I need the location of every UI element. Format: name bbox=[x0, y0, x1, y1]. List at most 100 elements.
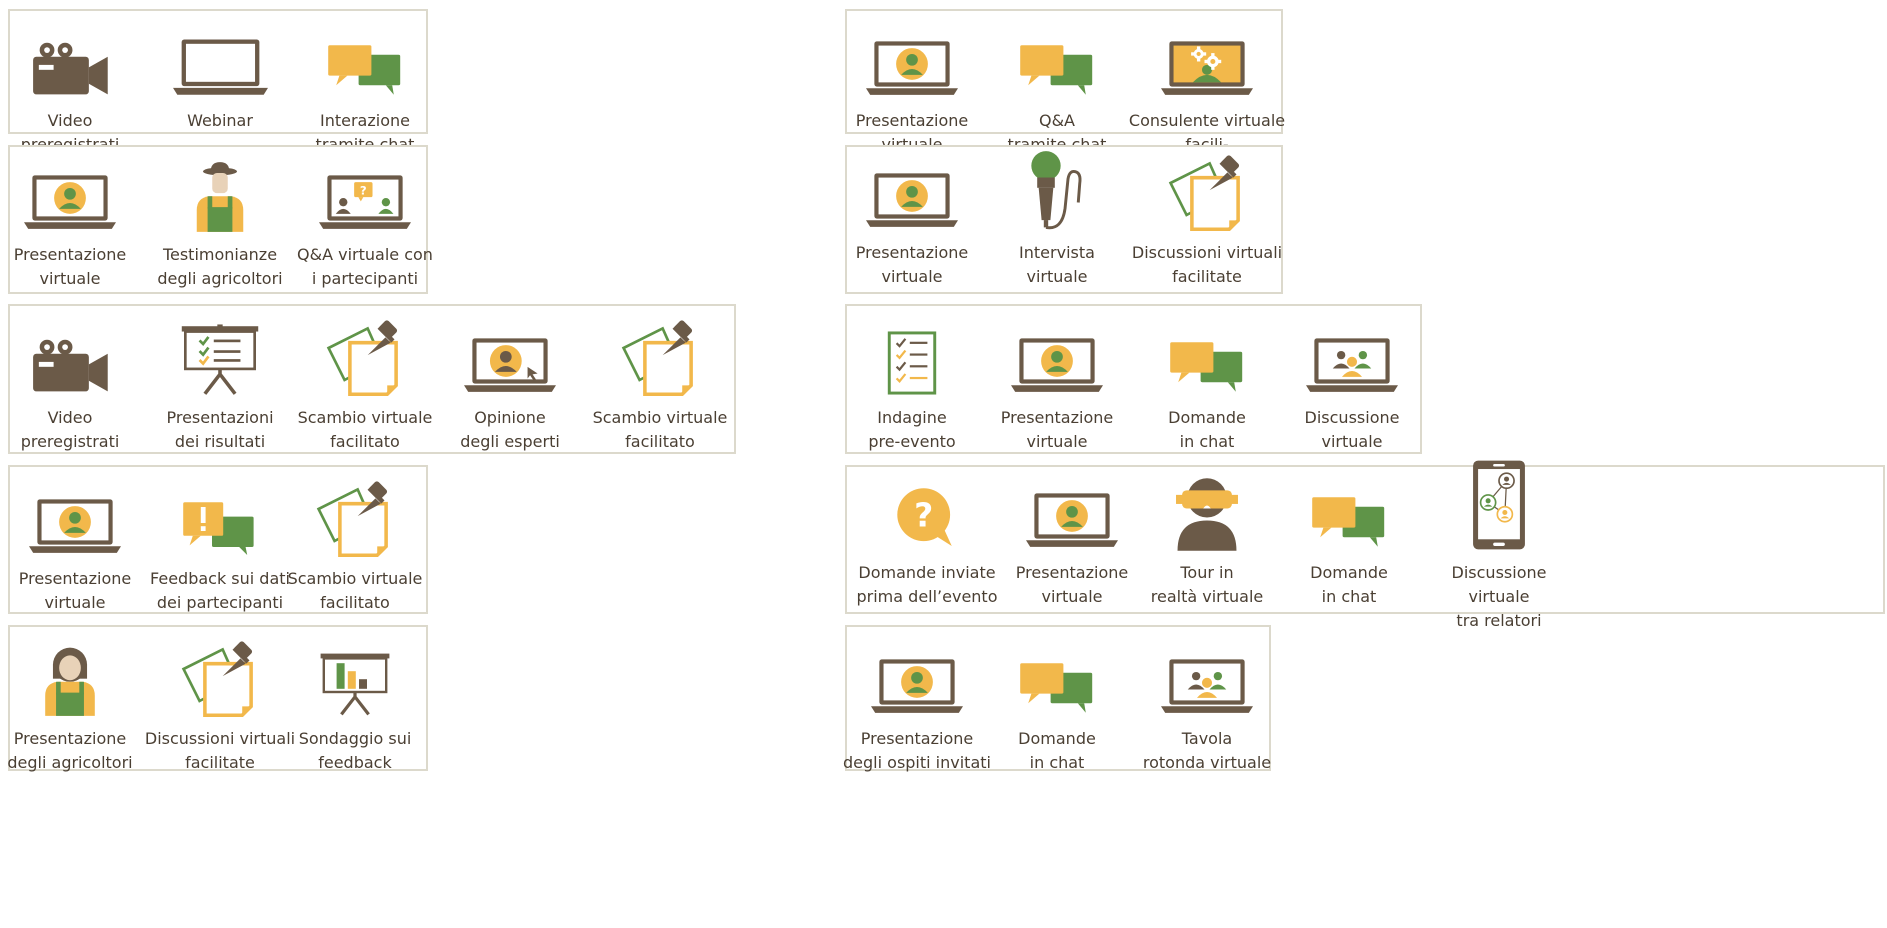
activity-label: Tour in realtà virtuale bbox=[1150, 563, 1264, 606]
activity-label: Scambio virtuale facilitato bbox=[297, 408, 433, 451]
activity-item: Domande in chat bbox=[977, 641, 1137, 775]
activity-item: Presentazione degli ospiti invitati bbox=[837, 641, 997, 775]
activity-item: Video preregistrati bbox=[0, 23, 150, 157]
activity-panel: Presentazione virtuale Feedback sui dati … bbox=[8, 465, 428, 614]
icon-box bbox=[39, 641, 101, 717]
video-camera-icon bbox=[33, 339, 108, 392]
activity-panel: Indagine pre-evento Presentazione virtual… bbox=[845, 304, 1422, 454]
icon-box bbox=[1026, 457, 1118, 551]
pinned-notes-icon bbox=[316, 478, 390, 557]
activity-label: Discussioni virtuali facilitate bbox=[144, 729, 296, 772]
checklist-icon bbox=[887, 331, 937, 395]
activity-item: Scambio virtuale facilitato bbox=[580, 317, 740, 454]
activity-label: Video preregistrati bbox=[20, 408, 120, 451]
pinned-notes-icon bbox=[621, 317, 695, 396]
activity-item: Presentazione virtuale bbox=[0, 481, 155, 615]
activity-item: Webinar bbox=[140, 23, 300, 133]
laptop-person-icon bbox=[866, 41, 958, 95]
poll-board-icon bbox=[319, 651, 391, 717]
activity-item: Presentazioni dei risultati bbox=[140, 320, 300, 454]
activity-panel: Presentazione virtuale Intervista virtual… bbox=[845, 145, 1283, 294]
activity-label: Tavola rotonda virtuale bbox=[1142, 729, 1272, 772]
activity-label: Webinar bbox=[187, 111, 253, 130]
activity-panel: Domande inviate prima dell’evento Present… bbox=[845, 459, 1885, 630]
laptop-group-icon bbox=[1306, 338, 1398, 392]
activity-item: Interazione tramite chat bbox=[285, 23, 445, 157]
activity-item: Scambio virtuale facilitato bbox=[275, 478, 435, 615]
activity-item: Opinione degli esperti bbox=[430, 320, 590, 454]
activity-item: Sondaggio sui feedback bbox=[275, 641, 435, 775]
activity-item: Presentazione virtuale bbox=[832, 23, 992, 157]
icon-box bbox=[29, 23, 111, 99]
activity-label: Presentazione virtuale bbox=[13, 245, 127, 288]
icon-box bbox=[180, 638, 260, 717]
icon-box bbox=[1011, 320, 1103, 396]
activity-label: Domande in chat bbox=[1018, 729, 1096, 772]
pinned-notes-icon bbox=[1168, 152, 1242, 231]
chat-bubbles-icon bbox=[1170, 342, 1243, 392]
icon-box bbox=[1167, 152, 1247, 231]
activity-item: Video preregistrati bbox=[0, 320, 150, 454]
pinned-notes-icon bbox=[181, 638, 255, 717]
activity-label: Presentazione virtuale bbox=[1000, 408, 1114, 451]
icon-box bbox=[1167, 320, 1247, 396]
activity-item: Discussione virtuale tra relatori bbox=[1419, 457, 1579, 633]
activity-label: Presentazioni dei risultati bbox=[166, 408, 274, 451]
activity-label: Presentazione virtuale bbox=[18, 569, 132, 612]
icon-box bbox=[1017, 23, 1097, 99]
icon-box bbox=[620, 317, 700, 396]
activity-item: Testimonianze degli agricoltori bbox=[140, 157, 300, 291]
activity-label: Intervista virtuale bbox=[1019, 243, 1095, 286]
icon-box bbox=[866, 23, 958, 99]
icon-box bbox=[1161, 641, 1253, 717]
laptop-person-icon bbox=[29, 499, 121, 553]
activity-item: Discussione virtuale bbox=[1272, 320, 1432, 454]
icon-box bbox=[1469, 457, 1529, 551]
activity-label: Discussioni virtuali facilitate bbox=[1131, 243, 1283, 286]
farmer-icon bbox=[196, 162, 244, 232]
icon-box bbox=[1024, 149, 1090, 231]
icon-box bbox=[180, 481, 260, 557]
activity-item: Presentazione virtuale bbox=[832, 155, 992, 289]
laptop-group-icon bbox=[1161, 659, 1253, 713]
laptop-person-icon bbox=[1011, 338, 1103, 392]
activity-label: Domande in chat bbox=[1168, 408, 1246, 451]
video-camera-icon bbox=[33, 42, 108, 95]
activity-label: Discussione virtuale tra relatori bbox=[1451, 563, 1547, 630]
activity-panel: Presentazione virtualeQ&A tramite chatCo… bbox=[845, 9, 1285, 202]
activity-panel: Presentazione virtuale Testimonianze degl… bbox=[8, 145, 433, 294]
activity-label: Testimonianze degli agricoltori bbox=[157, 245, 283, 288]
woman-farmer-icon bbox=[45, 647, 95, 716]
vr-headset-icon bbox=[1176, 478, 1238, 551]
chat-bubbles-icon bbox=[1020, 45, 1093, 95]
icon-box bbox=[871, 641, 963, 717]
activity-panel: Presentazione degli ospiti invitati Doman… bbox=[843, 625, 1271, 772]
icon-box bbox=[315, 478, 395, 557]
chat-bubbles-icon bbox=[1020, 663, 1093, 713]
feedback-chat-icon bbox=[183, 502, 254, 555]
activity-item: Discussioni virtuali facilitate bbox=[1127, 152, 1287, 289]
icon-box bbox=[1017, 641, 1097, 717]
icon-box bbox=[464, 320, 556, 396]
activity-label: Presentazione degli ospiti invitati bbox=[843, 729, 991, 772]
chat-bubbles-icon bbox=[328, 45, 401, 95]
presentation-board-icon bbox=[180, 324, 260, 396]
icon-box bbox=[24, 157, 116, 233]
activity-item: Presentazione virtuale bbox=[0, 157, 150, 291]
icon-box bbox=[866, 155, 958, 231]
activity-label: Indagine pre-evento bbox=[868, 408, 956, 451]
icon-box bbox=[894, 457, 960, 551]
question-bubble-icon bbox=[897, 488, 952, 547]
activity-item: Tour in realtà virtuale bbox=[1127, 457, 1287, 609]
icon-box bbox=[319, 641, 391, 717]
laptop-person-icon bbox=[24, 175, 116, 229]
activity-label: Scambio virtuale facilitato bbox=[287, 569, 423, 612]
activity-label: Feedback sui dati dei partecipanti bbox=[150, 569, 290, 612]
laptop-person-icon bbox=[1026, 493, 1118, 547]
icon-box bbox=[180, 320, 260, 396]
icon-box bbox=[29, 320, 111, 396]
activity-label: Scambio virtuale facilitato bbox=[592, 408, 728, 451]
icon-box bbox=[1161, 23, 1253, 99]
activity-item: Domande inviate prima dell’evento bbox=[847, 457, 1007, 609]
microphone-icon bbox=[1029, 149, 1082, 230]
